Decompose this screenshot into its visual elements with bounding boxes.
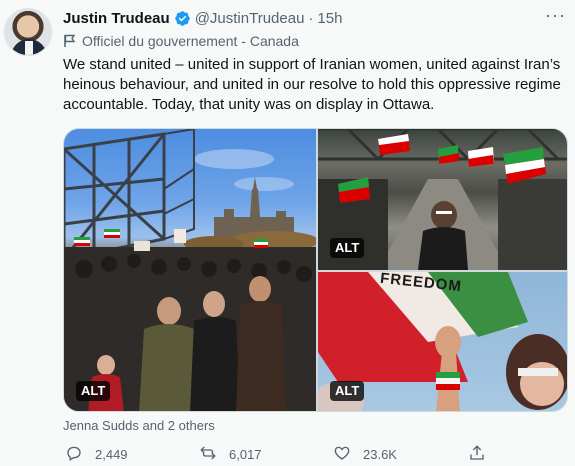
media-image-flags-bridge[interactable]: ALT bbox=[318, 129, 567, 270]
tweet-timestamp[interactable]: 15h bbox=[317, 10, 342, 27]
separator-dot: · bbox=[308, 9, 314, 27]
avatar-shirt bbox=[25, 41, 33, 55]
reply-count: 2,449 bbox=[95, 447, 128, 462]
like-button[interactable]: 23.6K bbox=[333, 444, 397, 465]
verified-badge-icon bbox=[174, 10, 191, 27]
flag-icon bbox=[63, 34, 76, 48]
media-image-freedom-banner[interactable]: FREEDOM ALT bbox=[318, 272, 567, 411]
like-count: 23.6K bbox=[363, 447, 397, 462]
media-grid: ALT ALT FREEDOM ALT bbox=[63, 128, 568, 412]
government-label: Officiel du gouvernement - Canada bbox=[63, 33, 299, 49]
retweet-button[interactable]: 6,017 bbox=[199, 444, 262, 465]
share-icon bbox=[468, 444, 486, 465]
tagged-users[interactable]: Jenna Sudds and 2 others bbox=[63, 418, 215, 433]
tweet-header: Justin Trudeau @JustinTrudeau · 15h bbox=[63, 8, 342, 28]
tweet-text: We stand united – united in support of I… bbox=[63, 56, 561, 113]
media-image-march[interactable]: ALT bbox=[64, 129, 316, 411]
retweet-count: 6,017 bbox=[229, 447, 262, 462]
march-photo-illustration bbox=[64, 129, 316, 411]
tweet-actions: 2,449 6,017 23.6K bbox=[63, 444, 568, 466]
heart-icon bbox=[333, 444, 351, 465]
alt-badge[interactable]: ALT bbox=[330, 381, 365, 401]
share-button[interactable] bbox=[468, 444, 486, 465]
alt-badge[interactable]: ALT bbox=[76, 381, 111, 401]
retweet-icon bbox=[199, 444, 217, 465]
author-handle[interactable]: @JustinTrudeau bbox=[195, 10, 305, 27]
alt-badge[interactable]: ALT bbox=[330, 238, 365, 258]
author-avatar[interactable] bbox=[4, 8, 52, 56]
tweet-card[interactable]: Justin Trudeau @JustinTrudeau · 15h ··· … bbox=[0, 0, 575, 466]
more-options-icon[interactable]: ··· bbox=[545, 6, 565, 28]
author-name[interactable]: Justin Trudeau bbox=[63, 10, 170, 27]
reply-icon bbox=[65, 444, 83, 465]
government-label-text: Officiel du gouvernement - Canada bbox=[82, 33, 299, 49]
reply-button[interactable]: 2,449 bbox=[65, 444, 128, 465]
